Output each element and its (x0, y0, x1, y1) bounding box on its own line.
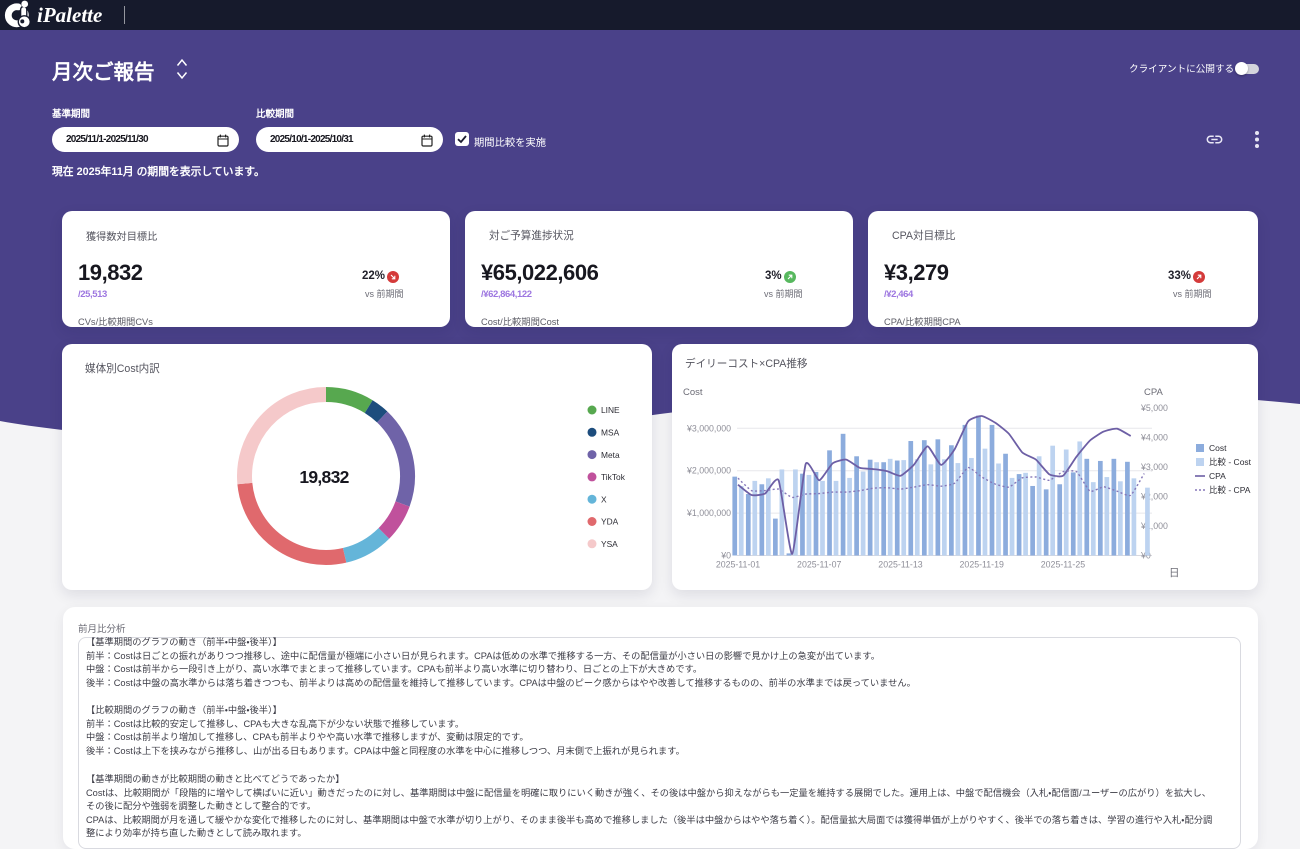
svg-text:2025-11-19: 2025-11-19 (960, 560, 1004, 570)
svg-text:¥2,000,000: ¥2,000,000 (686, 466, 731, 476)
svg-text:Cost: Cost (1209, 443, 1227, 453)
svg-text:¥4,000: ¥4,000 (1140, 433, 1168, 443)
svg-text:2025-11-13: 2025-11-13 (878, 560, 922, 570)
svg-text:¥5,000: ¥5,000 (1140, 403, 1168, 413)
svg-text:MSA: MSA (601, 428, 620, 438)
svg-text:TikTok: TikTok (601, 472, 626, 482)
svg-text:日: 日 (1169, 567, 1180, 579)
svg-text:CPA: CPA (1209, 471, 1226, 481)
svg-text:Meta: Meta (601, 450, 620, 460)
svg-text:2025-11-07: 2025-11-07 (797, 560, 841, 570)
svg-text:CPA: CPA (1144, 387, 1163, 398)
svg-text:¥1,000: ¥1,000 (1140, 521, 1168, 531)
svg-text:2025-11-25: 2025-11-25 (1041, 560, 1085, 570)
svg-text:¥3,000: ¥3,000 (1140, 462, 1168, 472)
svg-text:¥3,000,000: ¥3,000,000 (686, 423, 731, 433)
svg-text:2025-11-01: 2025-11-01 (716, 560, 760, 570)
svg-text:¥1,000,000: ¥1,000,000 (686, 508, 731, 518)
svg-text:LINE: LINE (601, 405, 620, 415)
svg-text:比較 - CPA: 比較 - CPA (1209, 485, 1251, 495)
svg-text:YSA: YSA (601, 539, 618, 549)
svg-text:比較 - Cost: 比較 - Cost (1209, 457, 1252, 467)
svg-text:X: X (601, 494, 607, 504)
svg-text:¥2,000: ¥2,000 (1140, 492, 1168, 502)
svg-text:YDA: YDA (601, 517, 619, 527)
svg-text:Cost: Cost (683, 387, 703, 398)
